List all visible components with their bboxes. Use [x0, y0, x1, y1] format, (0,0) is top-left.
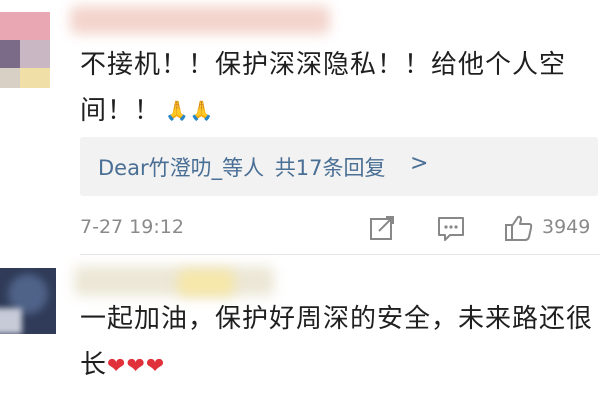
reply-summary[interactable]: Dear竹澄叻_等人 共17条回复 > [80, 137, 598, 196]
timestamp: 7-27 19:12 [80, 216, 184, 238]
thumbs-up-icon[interactable] [504, 214, 534, 246]
pray-hands-emoji: 🙏🙏 [165, 100, 215, 122]
reply-count: 共17条回复 [274, 156, 386, 180]
comment-text: 一起加油，保护好周深的安全，未来路还很长❤❤❤ [80, 296, 595, 390]
username-blurred[interactable] [70, 6, 330, 34]
comment-actions: 7-27 19:12 3949 [80, 212, 600, 246]
comment-text: 不接机！！保护深深隐私！！给他个人空间！！ 🙏🙏 [80, 42, 580, 134]
red-heart-emoji: ❤❤❤ [107, 354, 166, 379]
edit-share-icon[interactable] [368, 214, 396, 246]
username-blurred[interactable] [178, 270, 234, 296]
comment-body: 不接机！！保护深深隐私！！给他个人空间！！ [80, 50, 567, 126]
like-count: 3949 [542, 216, 591, 238]
username-blurred[interactable] [74, 266, 274, 296]
avatar[interactable] [0, 12, 50, 88]
chevron-right-icon: > [410, 151, 429, 176]
reply-users: Dear竹澄叻_等人 [98, 156, 265, 180]
divider [80, 254, 600, 255]
comment-bubble-icon[interactable] [436, 214, 466, 246]
avatar[interactable] [0, 268, 56, 334]
